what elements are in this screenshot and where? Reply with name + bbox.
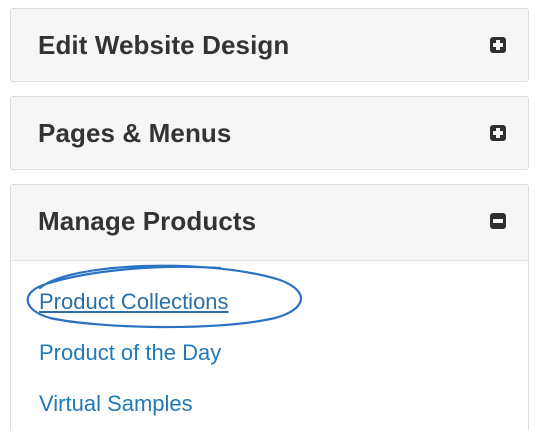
accordion-panel-edit-website-design: Edit Website Design: [10, 8, 529, 82]
plus-square-icon[interactable]: [490, 125, 506, 141]
panel-title: Pages & Menus: [38, 117, 232, 148]
accordion-panel-pages-menus: Pages & Menus: [10, 96, 529, 170]
panel-heading-pages-menus[interactable]: Pages & Menus: [11, 97, 528, 169]
accordion-panel-manage-products: Manage Products Product Collections Prod…: [10, 184, 529, 432]
panel-title: Manage Products: [38, 205, 257, 236]
link-virtual-samples[interactable]: Virtual Samples: [39, 391, 193, 417]
minus-square-icon[interactable]: [490, 213, 506, 229]
link-product-of-the-day[interactable]: Product of the Day: [39, 340, 221, 366]
panel-heading-manage-products[interactable]: Manage Products: [11, 185, 528, 257]
panel-body-manage-products: Product Collections Product of the Day V…: [11, 260, 528, 432]
panel-heading-edit-website-design[interactable]: Edit Website Design: [11, 9, 528, 81]
plus-square-icon[interactable]: [490, 37, 506, 53]
panel-title: Edit Website Design: [38, 29, 290, 60]
link-product-collections[interactable]: Product Collections: [39, 289, 229, 315]
